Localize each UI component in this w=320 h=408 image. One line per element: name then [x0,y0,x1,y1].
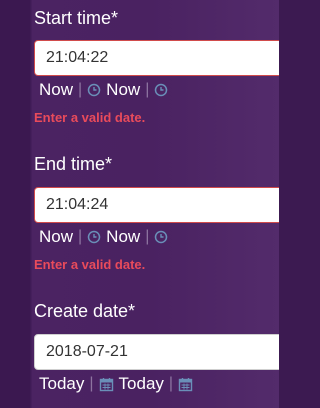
separator: | [89,375,94,392]
separator: | [145,228,150,245]
end-time-shortcuts: Now | Now | [39,226,173,248]
separator: | [78,81,83,98]
admin-form-page: Start time* 21:04:22 Now | Now | Enter a… [0,0,279,408]
start-time-now-link[interactable]: Now [39,80,73,100]
start-time-now-link-2[interactable]: Now [106,80,140,100]
calendar-icon[interactable] [99,377,114,392]
start-time-error: Enter a valid date. [34,110,146,125]
end-time-label: End time* [34,154,113,174]
calendar-icon[interactable] [178,377,193,392]
sidebar-strip [0,0,30,408]
end-time-now-link[interactable]: Now [39,227,73,247]
create-date-shortcuts: Today | Today | [39,373,198,395]
create-date-today-link[interactable]: Today [39,374,84,394]
create-date-label: Create date* [34,301,136,321]
start-time-label: Start time* [34,8,119,28]
end-time-input[interactable]: 21:04:24 [34,187,279,223]
separator: | [78,228,83,245]
start-time-shortcuts: Now | Now | [39,79,173,101]
separator: | [145,81,150,98]
end-time-error: Enter a valid date. [34,257,146,272]
create-date-today-link-2[interactable]: Today [119,374,164,394]
separator: | [168,375,174,392]
clock-icon[interactable] [154,230,168,244]
end-time-now-link-2[interactable]: Now [106,227,140,247]
create-date-input[interactable]: 2018-07-21 [34,334,279,370]
clock-icon[interactable] [87,230,101,244]
clock-icon[interactable] [154,83,168,97]
start-time-input[interactable]: 21:04:22 [34,40,279,76]
clock-icon[interactable] [87,83,101,97]
